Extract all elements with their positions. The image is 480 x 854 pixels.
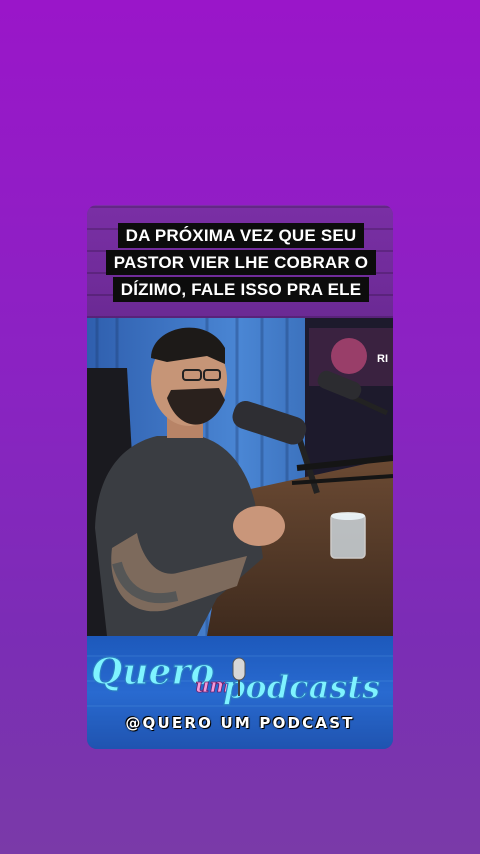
video-post-card[interactable]: DA PRÓXIMA VEZ QUE SEU PASTOR VIER LHE C… xyxy=(87,205,393,749)
podcast-brand-banner: Quero um podcasts @QUERO UM PODCAST xyxy=(87,636,393,749)
podcast-video-frame[interactable]: RI xyxy=(87,318,393,636)
caption-text: DA PRÓXIMA VEZ QUE SEU PASTOR VIER LHE C… xyxy=(101,222,381,303)
podcast-handle: @QUERO UM PODCAST xyxy=(125,714,355,732)
background-sign-text: RI xyxy=(377,353,388,365)
logo-word-podcasts: podcasts xyxy=(223,668,380,706)
story-background: { "caption": { "text": "DA PRÓXIMA VEZ Q… xyxy=(0,0,480,854)
quero-um-podcasts-logo: Quero um podcasts xyxy=(87,636,393,749)
podcast-scene: RI xyxy=(87,318,393,636)
caption-band: DA PRÓXIMA VEZ QUE SEU PASTOR VIER LHE C… xyxy=(87,205,393,318)
caption-label: DA PRÓXIMA VEZ QUE SEU PASTOR VIER LHE C… xyxy=(105,223,377,302)
